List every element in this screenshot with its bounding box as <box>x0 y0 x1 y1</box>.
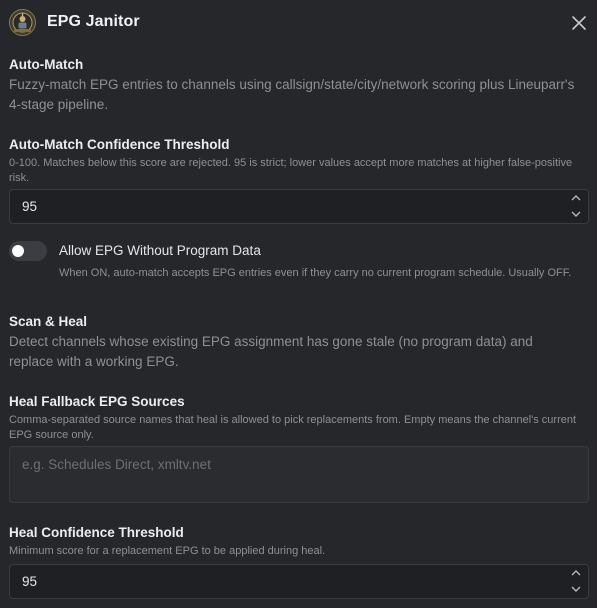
heal-threshold-stepper <box>564 565 588 598</box>
decrement-button[interactable] <box>564 207 588 223</box>
heal-threshold-input[interactable]: 95 <box>9 564 589 599</box>
close-icon[interactable] <box>570 14 588 32</box>
auto-match-threshold-help: 0-100. Matches below this score are reje… <box>9 157 573 184</box>
increment-button[interactable] <box>564 190 588 206</box>
allow-no-program-help: When ON, auto-match accepts EPG entries … <box>59 267 572 279</box>
auto-match-title: Auto-Match <box>9 57 84 72</box>
heal-threshold-value: 95 <box>22 574 38 589</box>
chevron-down-icon <box>571 211 581 217</box>
heal-threshold-help: Minimum score for a replacement EPG to b… <box>9 545 326 557</box>
page-title: EPG Janitor <box>47 13 140 30</box>
auto-match-threshold-input[interactable]: 95 <box>9 189 589 224</box>
increment-button[interactable] <box>564 565 588 581</box>
chevron-down-icon <box>571 586 581 592</box>
heal-fallback-placeholder: e.g. Schedules Direct, xmltv.net <box>22 457 211 472</box>
allow-no-program-toggle[interactable] <box>9 241 47 261</box>
janitor-badge-icon <box>9 9 36 36</box>
scan-heal-title: Scan & Heal <box>9 314 88 329</box>
auto-match-threshold-value: 95 <box>22 199 38 214</box>
auto-match-description: Fuzzy-match EPG entries to channels usin… <box>9 77 575 112</box>
plugin-header: EPG Janitor <box>0 0 597 46</box>
chevron-up-icon <box>571 570 581 576</box>
scan-heal-description: Detect channels whose existing EPG assig… <box>9 334 533 369</box>
heal-fallback-label: Heal Fallback EPG Sources <box>9 394 185 409</box>
toggle-knob <box>12 245 24 257</box>
auto-match-threshold-stepper <box>564 190 588 223</box>
heal-fallback-input[interactable]: e.g. Schedules Direct, xmltv.net <box>9 446 589 503</box>
heal-fallback-help: Comma-separated source names that heal i… <box>9 414 577 441</box>
heal-threshold-label: Heal Confidence Threshold <box>9 525 184 540</box>
chevron-up-icon <box>571 195 581 201</box>
decrement-button[interactable] <box>564 582 588 598</box>
auto-match-threshold-label: Auto-Match Confidence Threshold <box>9 137 230 152</box>
allow-no-program-label: Allow EPG Without Program Data <box>59 243 261 258</box>
